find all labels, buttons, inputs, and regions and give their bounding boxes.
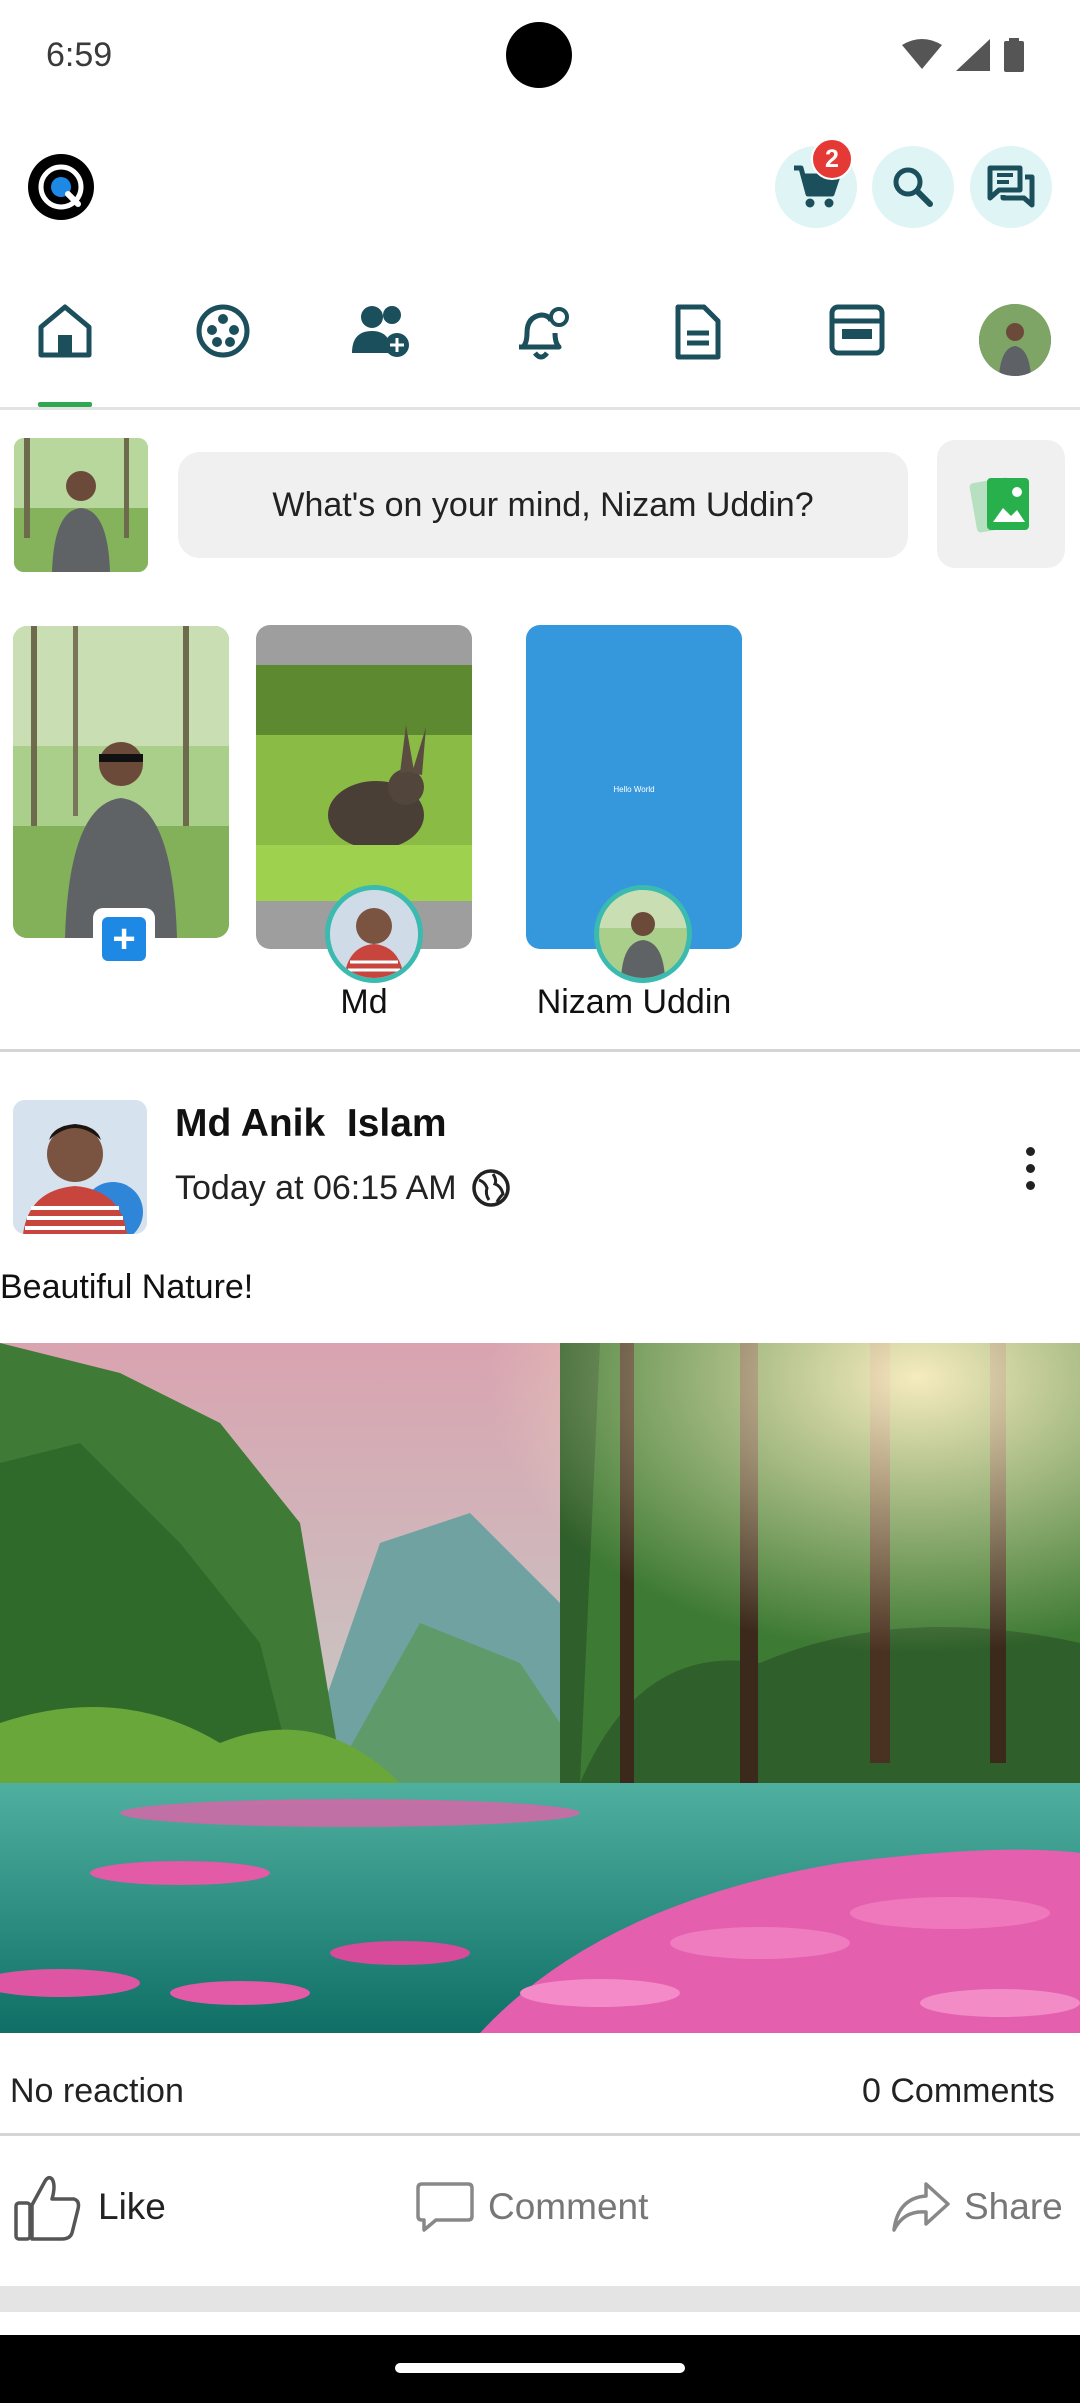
globe-icon	[471, 1169, 510, 1207]
share-label: Share	[964, 2186, 1063, 2227]
home-icon	[38, 304, 92, 358]
dot	[1025, 1163, 1035, 1173]
tab-home[interactable]	[10, 285, 120, 407]
cellular-signal-icon	[956, 39, 990, 71]
system-nav-bar	[0, 2335, 1080, 2403]
plus-icon: +	[102, 917, 146, 961]
search-button[interactable]	[872, 146, 954, 228]
dot	[1025, 1146, 1035, 1156]
store-icon	[829, 304, 885, 356]
share-icon	[892, 2182, 950, 2232]
reactions-count[interactable]: No reaction	[10, 2072, 184, 2111]
story-name-md: Md	[340, 983, 388, 1021]
user-avatar[interactable]	[14, 438, 148, 572]
status-icons	[902, 38, 1024, 72]
more-options-button[interactable]	[1010, 1138, 1050, 1198]
photo-gallery-icon	[969, 477, 1029, 533]
status-input[interactable]: What's on your mind, Nizam Uddin?	[178, 452, 908, 558]
divider	[0, 2133, 1080, 2136]
story-name-nizam: Nizam Uddin	[536, 983, 732, 1021]
post-time: Today at 06:15 AM	[175, 1168, 457, 1207]
dot	[1025, 1180, 1035, 1190]
app-header: 2	[0, 138, 1080, 232]
post-text: Beautiful Nature!	[0, 1268, 254, 1306]
tab-reels[interactable]	[168, 285, 278, 407]
camera-cutout	[506, 22, 572, 88]
tab-marketplace[interactable]	[802, 285, 912, 407]
profile-avatar	[979, 304, 1051, 376]
tab-bar	[0, 285, 1080, 410]
status-bar: 6:59	[0, 0, 1080, 112]
share-button[interactable]: Share	[892, 2162, 1063, 2252]
add-story-button[interactable]: +	[93, 908, 155, 970]
post-author-name[interactable]: Md Anik Islam	[175, 1102, 447, 1146]
app-logo[interactable]	[28, 154, 94, 220]
battery-icon	[1004, 38, 1024, 72]
document-icon	[675, 304, 721, 360]
story-text: Hello World	[613, 785, 655, 794]
post-meta: Today at 06:15 AM	[175, 1168, 511, 1208]
comment-icon	[416, 2182, 474, 2232]
comments-count[interactable]: 0 Comments	[862, 2072, 1055, 2111]
story-avatar-nizam	[594, 885, 692, 983]
tab-friends[interactable]	[326, 285, 436, 407]
add-friends-icon	[352, 306, 409, 357]
bell-icon	[519, 307, 569, 360]
post-image[interactable]	[0, 1343, 1080, 2033]
comment-label: Comment	[488, 2186, 649, 2227]
post-author-avatar[interactable]	[13, 1100, 147, 1234]
logo-icon	[38, 164, 84, 210]
search-icon	[893, 167, 933, 207]
messages-button[interactable]	[970, 146, 1052, 228]
create-story-card[interactable]	[13, 626, 229, 938]
thumbs-up-icon	[14, 2175, 81, 2241]
feed-separator	[0, 2286, 1080, 2312]
cart-button[interactable]: 2	[775, 138, 857, 228]
stories-row: + Md Hello World Nizam Uddin	[0, 625, 1080, 1050]
home-indicator[interactable]	[395, 2363, 685, 2373]
film-reel-icon	[196, 304, 250, 358]
post-composer: What's on your mind, Nizam Uddin?	[0, 432, 1080, 572]
tab-pages[interactable]	[643, 285, 753, 407]
chat-bubbles-icon	[987, 165, 1035, 208]
wifi-icon	[902, 39, 942, 69]
post-stats: No reaction 0 Comments	[0, 2058, 1080, 2138]
post-actions: Like Comment Share	[0, 2144, 1080, 2272]
like-button[interactable]: Like	[12, 2162, 166, 2252]
story-avatar-md	[325, 885, 423, 983]
like-label: Like	[98, 2186, 166, 2227]
cart-badge: 2	[811, 138, 853, 180]
comment-button[interactable]: Comment	[416, 2162, 648, 2252]
tab-profile[interactable]	[960, 285, 1070, 407]
story-image	[256, 665, 472, 901]
divider	[0, 1049, 1080, 1052]
status-time: 6:59	[46, 36, 113, 74]
photo-button[interactable]	[937, 440, 1065, 568]
tab-notifications[interactable]	[486, 285, 596, 407]
